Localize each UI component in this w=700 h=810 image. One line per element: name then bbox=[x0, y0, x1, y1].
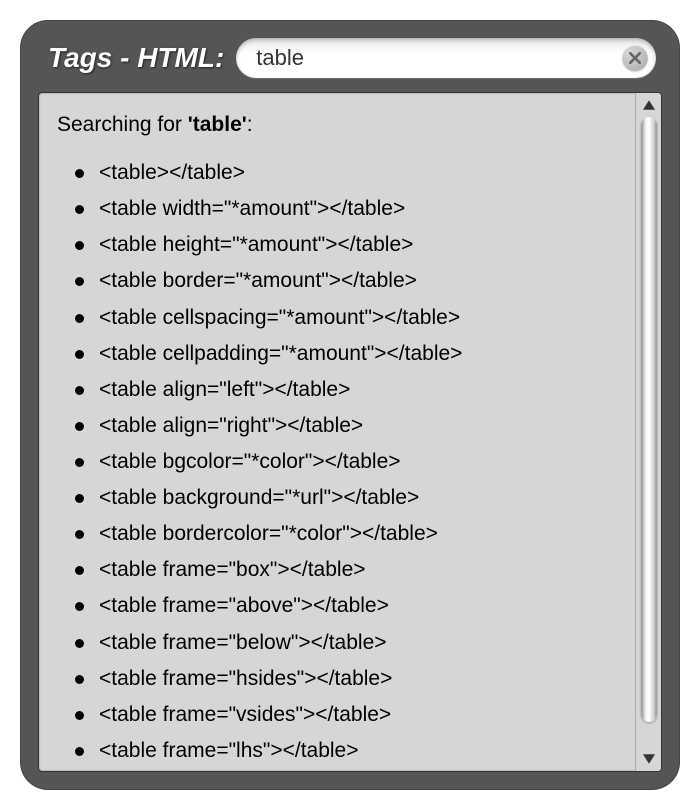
list-item[interactable]: <table frame="box"></table> bbox=[99, 552, 625, 588]
list-item[interactable]: <table background="*url"></table> bbox=[99, 480, 625, 516]
list-item[interactable]: <table width="*amount"></table> bbox=[99, 191, 625, 227]
list-item[interactable]: <table frame="rhs"></table> bbox=[99, 769, 625, 771]
panel-header: Tags - HTML: bbox=[38, 34, 662, 92]
panel-title: Tags - HTML: bbox=[48, 42, 224, 74]
list-item[interactable]: <table border="*amount"></table> bbox=[99, 263, 625, 299]
clear-search-button[interactable] bbox=[622, 45, 648, 71]
scroll-up-button[interactable] bbox=[638, 95, 660, 115]
searching-term: 'table' bbox=[188, 113, 247, 136]
list-item[interactable]: <table frame="hsides"></table> bbox=[99, 661, 625, 697]
list-item[interactable]: <table cellpadding="*amount"></table> bbox=[99, 336, 625, 372]
searching-suffix: : bbox=[247, 113, 253, 136]
searching-label: Searching for 'table': bbox=[57, 107, 625, 143]
results-content: Searching for 'table': <table></table><t… bbox=[39, 93, 635, 771]
content-frame: Searching for 'table': <table></table><t… bbox=[38, 92, 662, 772]
list-item[interactable]: <table></table> bbox=[99, 155, 625, 191]
list-item[interactable]: <table bgcolor="*color"></table> bbox=[99, 444, 625, 480]
list-item[interactable]: <table frame="below"></table> bbox=[99, 625, 625, 661]
list-item[interactable]: <table frame="lhs"></table> bbox=[99, 733, 625, 769]
results-list: <table></table><table width="*amount"></… bbox=[57, 155, 625, 771]
searching-prefix: Searching for bbox=[57, 113, 188, 136]
arrow-up-icon bbox=[643, 100, 655, 110]
scroll-down-button[interactable] bbox=[638, 749, 660, 769]
arrow-down-icon bbox=[643, 754, 655, 764]
list-item[interactable]: <table bordercolor="*color"></table> bbox=[99, 516, 625, 552]
close-icon bbox=[629, 52, 641, 64]
list-item[interactable]: <table align="left"></table> bbox=[99, 372, 625, 408]
search-input[interactable] bbox=[236, 38, 656, 78]
tags-panel: Tags - HTML: Searching for 'table': <tab… bbox=[20, 20, 680, 790]
list-item[interactable]: <table align="right"></table> bbox=[99, 408, 625, 444]
list-item[interactable]: <table cellspacing="*amount"></table> bbox=[99, 300, 625, 336]
list-item[interactable]: <table height="*amount"></table> bbox=[99, 227, 625, 263]
list-item[interactable]: <table frame="vsides"></table> bbox=[99, 697, 625, 733]
scrollbar bbox=[635, 93, 661, 771]
search-field-wrap bbox=[236, 38, 656, 78]
list-item[interactable]: <table frame="above"></table> bbox=[99, 588, 625, 624]
scroll-track[interactable] bbox=[636, 115, 661, 749]
scroll-thumb[interactable] bbox=[641, 117, 657, 722]
